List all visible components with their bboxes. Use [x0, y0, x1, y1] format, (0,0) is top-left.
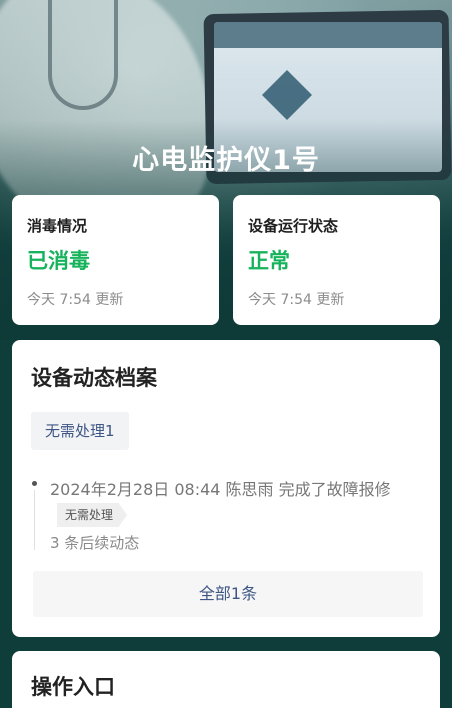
filter-tag-no-action[interactable]: 无需处理1 [31, 412, 129, 450]
running-status-label: 设备运行状态 [248, 217, 339, 235]
operations-card: 操作入口 [12, 651, 440, 708]
view-all-button[interactable]: 全部1条 [33, 571, 423, 617]
event-status-badge: 无需处理 [57, 503, 128, 527]
running-status-card[interactable]: 设备运行状态 正常 今天 7:54 更新 [233, 195, 440, 325]
stethoscope-image [48, 0, 118, 110]
disinfection-updated-time: 今天 7:54 更新 [27, 292, 124, 308]
running-status-updated-time: 今天 7:54 更新 [248, 292, 345, 308]
tablet-screen-header [214, 22, 442, 48]
device-archive-card: 设备动态档案 无需处理1 2024年2月28日 08:44 陈思雨 完成了故障报… [12, 340, 440, 637]
running-status-value: 正常 [248, 249, 290, 273]
timeline-event-text: 2024年2月28日 08:44 陈思雨 完成了故障报修 [50, 480, 391, 499]
followup-count-link[interactable]: 3 条后续动态 [50, 532, 139, 553]
operations-title: 操作入口 [31, 675, 115, 699]
disinfection-status-card[interactable]: 消毒情况 已消毒 今天 7:54 更新 [12, 195, 219, 325]
timeline-line [34, 490, 35, 550]
timeline-dot [32, 481, 37, 486]
disinfection-label: 消毒情况 [27, 217, 88, 235]
device-title: 心电监护仪1号 [132, 145, 320, 176]
archive-title: 设备动态档案 [31, 366, 157, 390]
disinfection-value: 已消毒 [27, 249, 90, 273]
